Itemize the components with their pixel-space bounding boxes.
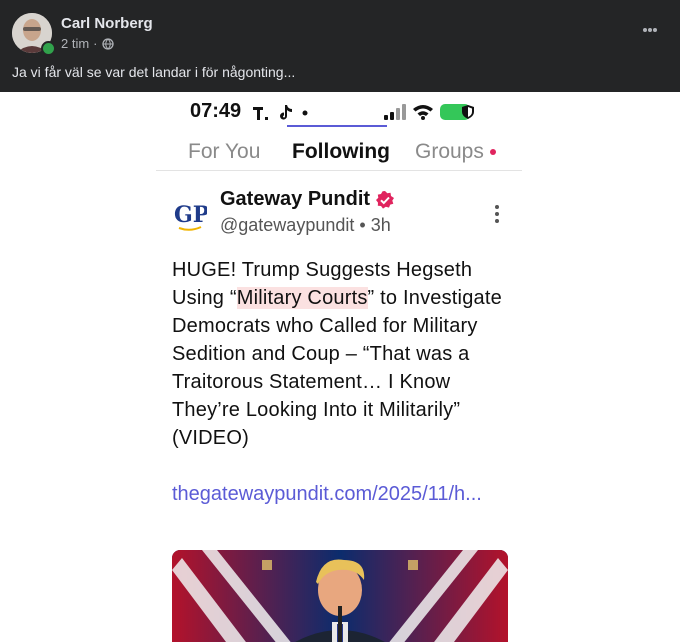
wifi-icon: [413, 105, 433, 120]
globe-icon: [101, 37, 114, 50]
post-meta: 2 tim ·: [61, 36, 114, 51]
tab-following[interactable]: Following: [292, 140, 390, 164]
account-name[interactable]: Gateway Pundit: [220, 188, 395, 211]
gateway-pundit-logo[interactable]: GP: [173, 198, 207, 232]
active-tab-underline: [287, 125, 387, 127]
status-time: 07:49: [190, 100, 242, 122]
post-text: Ja vi får väl se var det landar i för nå…: [12, 64, 296, 80]
post-body-end: ” to Investigate Democrats who Called fo…: [172, 287, 502, 449]
meta-separator: ·: [93, 36, 98, 51]
post-time[interactable]: 2 tim: [61, 36, 89, 51]
facebook-post-header: Carl Norberg 2 tim · Ja vi får väl se va…: [0, 0, 680, 92]
logo-text: GP: [174, 202, 207, 228]
post-video-thumbnail[interactable]: [172, 550, 508, 642]
cellular-signal-icon: [384, 104, 406, 120]
handle-separator: •: [359, 215, 366, 235]
tabs-divider: [156, 170, 522, 171]
shield-icon: [462, 105, 474, 119]
feed-tabs: For You Following Groups: [156, 136, 526, 170]
post-body-highlight: Military Courts: [236, 287, 368, 309]
account-handle-line: @gatewaypundit • 3h: [220, 215, 391, 236]
tab-groups[interactable]: Groups: [415, 140, 484, 164]
more-options-icon[interactable]: [642, 22, 658, 38]
tiktok-icon: [280, 105, 292, 120]
video-thumbnail-image: [172, 550, 508, 642]
notification-dot-icon: [302, 110, 308, 116]
post-link[interactable]: thegatewaypundit.com/2025/11/h...: [172, 480, 512, 508]
account-handle[interactable]: @gatewaypundit: [220, 215, 354, 235]
battery-icon: [440, 104, 474, 120]
online-status-indicator: [41, 41, 56, 56]
groups-notification-dot: [490, 149, 496, 155]
post-more-options-icon[interactable]: [494, 204, 500, 224]
status-left-icons: [252, 104, 308, 122]
post-author-name[interactable]: Carl Norberg: [61, 15, 153, 32]
post-age: 3h: [370, 215, 391, 235]
post-body: HUGE! Trump Suggests Hegseth Using “Mili…: [172, 256, 508, 452]
embedded-screenshot: 07:49 For You Following Groups GP Gatewa…: [156, 92, 526, 642]
verified-badge-icon: [376, 190, 395, 209]
account-name-text: Gateway Pundit: [220, 188, 371, 210]
tab-for-you[interactable]: For You: [188, 140, 260, 164]
status-right-icons: [384, 104, 474, 120]
truth-social-icon: [253, 107, 268, 120]
